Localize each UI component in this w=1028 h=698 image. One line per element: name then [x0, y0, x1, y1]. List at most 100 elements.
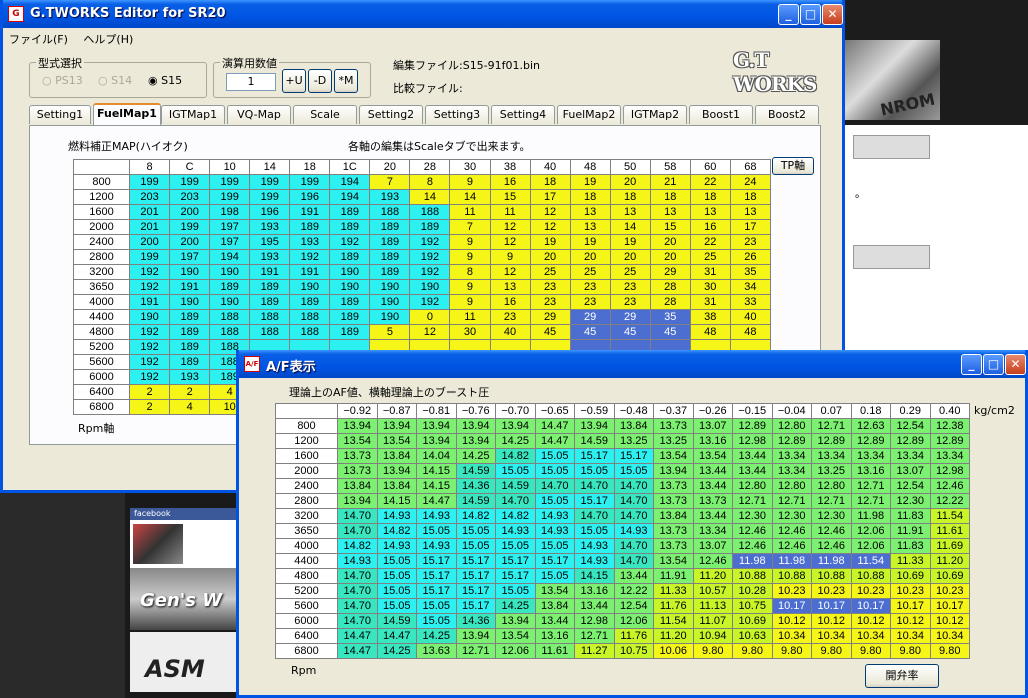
- map-cell[interactable]: 14.93: [337, 553, 378, 569]
- map-cell[interactable]: 14.25: [455, 448, 496, 464]
- map-cell[interactable]: 198: [209, 204, 251, 220]
- map-cell[interactable]: 12: [409, 324, 451, 340]
- map-cell[interactable]: 12.71: [455, 643, 496, 659]
- map-cell[interactable]: 199: [169, 174, 211, 190]
- map-cell[interactable]: 12: [529, 219, 571, 235]
- map-cell[interactable]: 190: [369, 309, 411, 325]
- map-cell[interactable]: 14.59: [574, 433, 615, 449]
- map-cell[interactable]: 13: [569, 204, 611, 220]
- map-cell[interactable]: 14.15: [574, 568, 615, 584]
- map-cell[interactable]: 13.44: [574, 598, 615, 614]
- map-cell[interactable]: 14.93: [574, 538, 615, 554]
- map-cell[interactable]: 12.71: [732, 493, 773, 509]
- map-cell[interactable]: 11.98: [732, 553, 773, 569]
- map-cell[interactable]: 10.57: [692, 583, 733, 599]
- map-cell[interactable]: 10.17: [850, 598, 891, 614]
- map-cell[interactable]: 12.71: [771, 493, 812, 509]
- map-cell[interactable]: 10.75: [732, 598, 773, 614]
- map-cell[interactable]: 12.80: [771, 478, 812, 494]
- map-cell[interactable]: 9.80: [732, 643, 773, 659]
- map-cell[interactable]: 12.46: [811, 523, 852, 539]
- map-cell[interactable]: 13.44: [692, 508, 733, 524]
- map-cell[interactable]: 15.05: [416, 613, 457, 629]
- map-cell[interactable]: 14.70: [613, 538, 654, 554]
- map-cell[interactable]: 189: [329, 219, 371, 235]
- tp-axis-button[interactable]: TP軸: [772, 157, 814, 175]
- map-cell[interactable]: 14.47: [376, 628, 417, 644]
- map-cell[interactable]: 28: [649, 279, 691, 295]
- map-cell[interactable]: 194: [329, 174, 371, 190]
- map-cell[interactable]: 12.54: [613, 598, 654, 614]
- map-cell[interactable]: 45: [609, 324, 651, 340]
- map-cell[interactable]: 13.84: [653, 508, 694, 524]
- map-cell[interactable]: 200: [169, 234, 211, 250]
- map-cell[interactable]: 15.05: [495, 538, 536, 554]
- map-cell[interactable]: 13.54: [692, 448, 733, 464]
- map-cell[interactable]: 12.98: [732, 433, 773, 449]
- subtract-button[interactable]: -D: [308, 69, 332, 93]
- map-cell[interactable]: 14.36: [455, 478, 496, 494]
- map-cell[interactable]: 13.44: [732, 448, 773, 464]
- map-cell[interactable]: 194: [329, 189, 371, 205]
- map-cell[interactable]: 15.05: [376, 598, 417, 614]
- map-cell[interactable]: 192: [129, 264, 171, 280]
- map-cell[interactable]: 11.98: [811, 553, 852, 569]
- map-cell[interactable]: 14.82: [337, 538, 378, 554]
- map-cell[interactable]: 9.80: [890, 643, 931, 659]
- map-cell[interactable]: 15.17: [455, 583, 496, 599]
- map-cell[interactable]: 13.07: [890, 463, 931, 479]
- map-cell[interactable]: 15.05: [416, 598, 457, 614]
- menu-file[interactable]: ファイル(F): [3, 28, 74, 50]
- tab-vq-map[interactable]: VQ-Map: [227, 105, 291, 124]
- map-cell[interactable]: 12.30: [811, 508, 852, 524]
- multiply-button[interactable]: *M: [334, 69, 358, 93]
- map-cell[interactable]: 21: [649, 174, 691, 190]
- map-cell[interactable]: 193: [249, 219, 291, 235]
- map-cell[interactable]: 14.70: [613, 478, 654, 494]
- map-cell[interactable]: 191: [169, 279, 211, 295]
- map-cell[interactable]: 190: [329, 264, 371, 280]
- map-cell[interactable]: 15.17: [416, 568, 457, 584]
- map-cell[interactable]: 14.93: [376, 538, 417, 554]
- map-cell[interactable]: 15.05: [376, 568, 417, 584]
- map-cell[interactable]: 189: [369, 219, 411, 235]
- map-cell[interactable]: 10.88: [850, 568, 891, 584]
- map-cell[interactable]: 22: [689, 234, 731, 250]
- map-cell[interactable]: 9: [449, 249, 491, 265]
- map-cell[interactable]: 9.80: [929, 643, 970, 659]
- map-cell[interactable]: 200: [169, 204, 211, 220]
- map-cell[interactable]: 13: [609, 204, 651, 220]
- map-cell[interactable]: 11: [489, 204, 531, 220]
- map-cell[interactable]: 10.34: [771, 628, 812, 644]
- map-cell[interactable]: 15.17: [416, 583, 457, 599]
- map-cell[interactable]: 199: [209, 189, 251, 205]
- map-cell[interactable]: 48: [729, 324, 772, 340]
- map-cell[interactable]: 13.73: [653, 493, 694, 509]
- map-cell[interactable]: 14.04: [416, 448, 457, 464]
- map-cell[interactable]: 10.34: [811, 628, 852, 644]
- map-cell[interactable]: 12.89: [929, 433, 970, 449]
- close-button[interactable]: ✕: [822, 4, 843, 25]
- map-cell[interactable]: 14.59: [455, 493, 496, 509]
- map-cell[interactable]: 12: [489, 264, 531, 280]
- map-cell[interactable]: 10.69: [890, 568, 931, 584]
- map-cell[interactable]: 15.17: [534, 553, 575, 569]
- map-cell[interactable]: 10.28: [732, 583, 773, 599]
- map-cell[interactable]: 11.61: [929, 523, 970, 539]
- map-cell[interactable]: 192: [409, 234, 451, 250]
- map-cell[interactable]: 12.80: [771, 418, 812, 434]
- map-cell[interactable]: 199: [169, 219, 211, 235]
- map-cell[interactable]: 189: [169, 354, 211, 370]
- map-cell[interactable]: 13.84: [376, 478, 417, 494]
- map-cell[interactable]: 19: [609, 234, 651, 250]
- map-cell[interactable]: 20: [649, 234, 691, 250]
- map-cell[interactable]: 31: [689, 264, 731, 280]
- map-cell[interactable]: 197: [209, 234, 251, 250]
- map-cell[interactable]: 17: [729, 219, 772, 235]
- map-cell[interactable]: 13.34: [692, 523, 733, 539]
- map-cell[interactable]: 34: [729, 279, 772, 295]
- open-rate-button[interactable]: 開弁率: [865, 664, 939, 688]
- map-cell[interactable]: 10.12: [890, 613, 931, 629]
- map-cell[interactable]: 11.83: [890, 508, 931, 524]
- map-cell[interactable]: 199: [129, 249, 171, 265]
